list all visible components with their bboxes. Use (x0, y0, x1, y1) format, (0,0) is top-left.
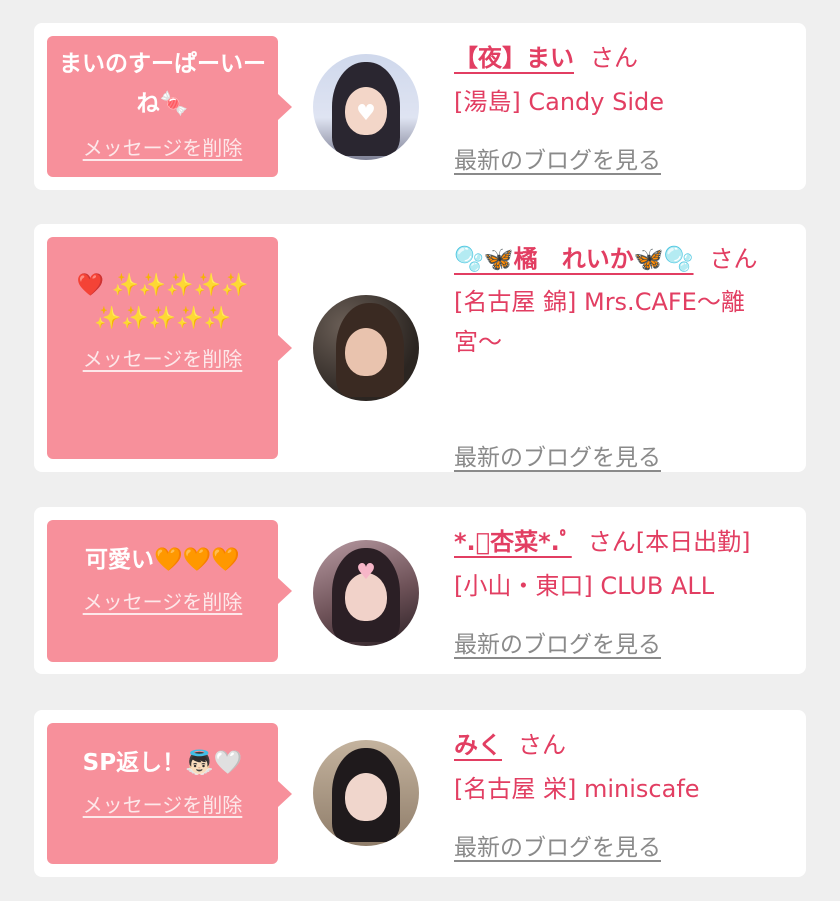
message-bubble: まいのすーぱーいーね🍬 メッセージを削除 (47, 36, 292, 177)
message-text: まいのすーぱーいーね🍬 (59, 51, 266, 117)
shop-name: [湯島] Candy Side (454, 88, 664, 116)
message-bubble: SP返し！👼🏻🤍 メッセージを削除 (47, 723, 292, 864)
message-card: SP返し！👼🏻🤍 メッセージを削除 みく さん [名古屋 栄] miniscafe… (34, 710, 806, 877)
heart-icon: ♥ (356, 101, 376, 127)
shop-name: [小山・東口] CLUB ALL (454, 572, 715, 600)
name-suffix: さん (590, 44, 638, 72)
name-suffix: さん (518, 731, 566, 759)
latest-blog-link[interactable]: 最新のブログを見る (454, 828, 661, 862)
profile-name-link[interactable]: 🫧🦋橘 れいか🦋🫧 (454, 245, 694, 273)
profile-name-link[interactable]: *.ﾟ杏菜*.ﾟ (454, 528, 572, 556)
shop-name: [名古屋 栄] miniscafe (454, 775, 700, 803)
avatar[interactable] (313, 740, 419, 846)
profile-info: 🫧🦋橘 れいか🦋🫧 さん [名古屋 錦] Mrs.CAFE〜離宮〜 最新のブログを… (454, 238, 784, 471)
avatar[interactable] (313, 295, 419, 401)
message-card: 可愛い🧡🧡🧡 メッセージを削除 ♥ *.ﾟ杏菜*.ﾟ さん[本日出勤] [小山・東… (34, 507, 806, 674)
avatar[interactable]: ♥ (313, 54, 419, 160)
delete-message-link[interactable]: メッセージを削除 (47, 132, 278, 161)
message-card: まいのすーぱーいーね🍬 メッセージを削除 ♥ 【夜】まい さん [湯島] Cand… (34, 23, 806, 190)
latest-blog-link[interactable]: 最新のブログを見る (454, 141, 661, 175)
message-bubble: ❤️ ✨✨✨✨✨✨✨✨✨✨ メッセージを削除 (47, 237, 292, 459)
message-text: ❤️ ✨✨✨✨✨✨✨✨✨✨ (76, 273, 249, 331)
profile-info: 【夜】まい さん [湯島] Candy Side 最新のブログを見る (454, 37, 784, 174)
latest-blog-link[interactable]: 最新のブログを見る (454, 438, 661, 472)
heart-icon: ♥ (356, 559, 376, 585)
message-bubble: 可愛い🧡🧡🧡 メッセージを削除 (47, 520, 292, 662)
message-card: ❤️ ✨✨✨✨✨✨✨✨✨✨ メッセージを削除 🫧🦋橘 れいか🦋🫧 さん [名古屋 … (34, 224, 806, 472)
message-text: SP返し！👼🏻🤍 (82, 750, 243, 776)
profile-info: みく さん [名古屋 栄] miniscafe 最新のブログを見る (454, 724, 784, 861)
message-text: 可愛い🧡🧡🧡 (85, 547, 240, 573)
delete-message-link[interactable]: メッセージを削除 (47, 586, 278, 615)
delete-message-link[interactable]: メッセージを削除 (47, 343, 278, 372)
latest-blog-link[interactable]: 最新のブログを見る (454, 625, 661, 659)
avatar[interactable]: ♥ (313, 540, 419, 646)
profile-name-link[interactable]: みく (454, 731, 502, 759)
profile-info: *.ﾟ杏菜*.ﾟ さん[本日出勤] [小山・東口] CLUB ALL 最新のブログ… (454, 521, 784, 658)
name-suffix: さん (709, 245, 758, 273)
shop-name: [名古屋 錦] Mrs.CAFE〜離宮〜 (454, 288, 745, 356)
name-suffix: さん[本日出勤] (587, 528, 751, 556)
profile-name-link[interactable]: 【夜】まい (454, 44, 574, 72)
delete-message-link[interactable]: メッセージを削除 (47, 789, 278, 818)
